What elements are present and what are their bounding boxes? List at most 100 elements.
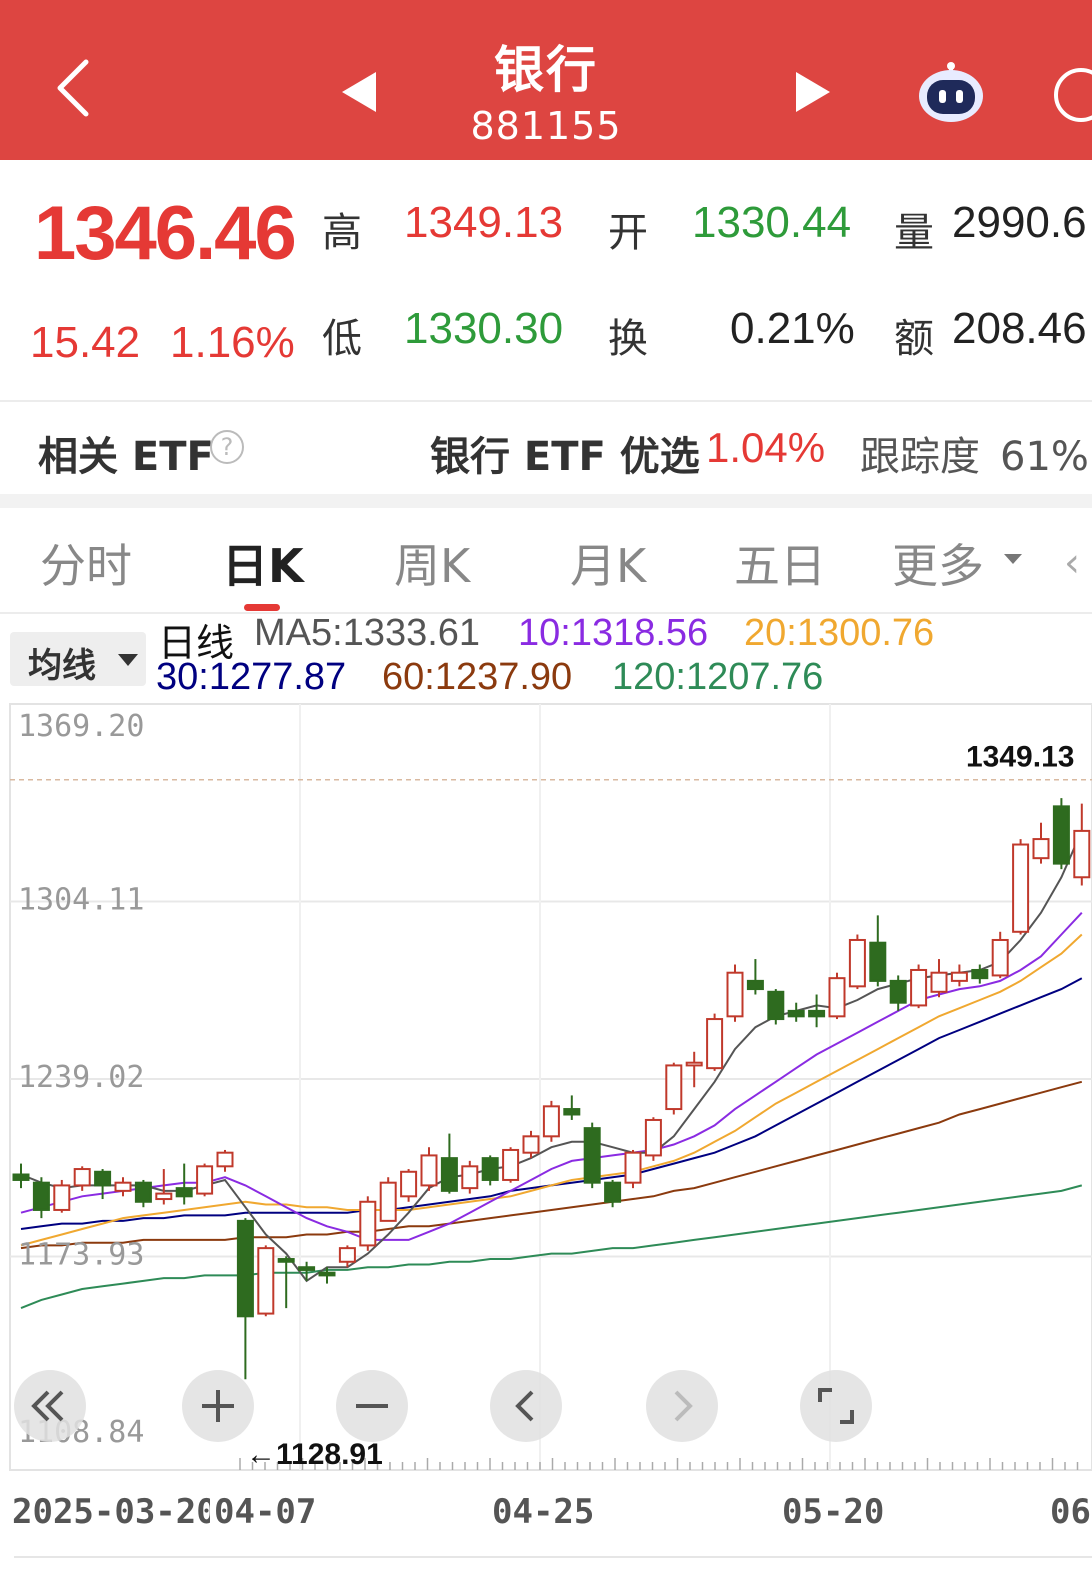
- candle-up: [726, 971, 744, 1018]
- candle-down: [808, 1009, 826, 1018]
- y-tick-label: 1173.93: [18, 1238, 144, 1273]
- candle-up: [828, 977, 846, 1018]
- candle-up: [461, 1165, 479, 1190]
- chart-frame: [9, 703, 1092, 1471]
- chart-labels: 1369.201304.111239.021173.931108.841349.…: [18, 709, 1074, 1471]
- candle-down: [889, 979, 907, 1004]
- candle-down: [971, 968, 989, 980]
- date-label-start: 2025-03-20: [12, 1492, 217, 1532]
- turnover-label: 换: [608, 316, 648, 362]
- robot-assistant-icon[interactable]: [918, 58, 984, 124]
- candle-down: [787, 1009, 805, 1018]
- etf-tracking: 跟踪度 61%: [860, 424, 1089, 482]
- ma-selector-label: 均线: [28, 646, 96, 686]
- candle-up: [1073, 829, 1091, 879]
- etf-name[interactable]: 银行 ETF 优选: [430, 424, 700, 482]
- price-change: 15.42: [30, 318, 141, 367]
- candle-down: [175, 1187, 193, 1198]
- next-stock-icon[interactable]: [796, 72, 830, 112]
- double-chevron-left-icon: [31, 1390, 64, 1422]
- candle-up: [991, 938, 1009, 977]
- related-etf-label: 相关 ETF: [38, 434, 214, 480]
- zoom-out-button[interactable]: [336, 1370, 408, 1442]
- tracking-label: 跟踪度: [860, 434, 980, 480]
- candle-up: [114, 1181, 132, 1192]
- candle-up: [848, 938, 866, 988]
- chevron-left-icon: [515, 1390, 534, 1422]
- chart-grid: [9, 703, 1092, 1471]
- candle-down: [1052, 805, 1070, 865]
- minus-icon: [356, 1404, 388, 1408]
- ma20-value: 20:1300.76: [744, 612, 935, 654]
- last-price: 1346.46: [34, 191, 297, 276]
- candle-up: [950, 971, 968, 982]
- ma30-value: 30:1277.87: [156, 656, 347, 698]
- y-tick-label: 1239.02: [18, 1060, 144, 1095]
- open-value: 1330.44: [692, 198, 852, 247]
- scroll-left-button[interactable]: [490, 1370, 562, 1442]
- candle-up: [644, 1118, 662, 1157]
- candle-down: [94, 1170, 112, 1187]
- zoom-in-button[interactable]: [182, 1370, 254, 1442]
- date-label: 04-07: [210, 1492, 317, 1532]
- candle-up: [196, 1165, 214, 1195]
- candle-down: [236, 1219, 254, 1318]
- price-change-pct: 1.16%: [170, 318, 295, 367]
- turnover-value: 0.21%: [730, 304, 855, 353]
- candle-up: [379, 1181, 397, 1222]
- candle-down: [746, 979, 764, 991]
- y-tick-label: 1369.20: [18, 709, 144, 744]
- candle-down: [298, 1266, 316, 1271]
- caret-down-icon: [1004, 554, 1022, 564]
- fullscreen-button[interactable]: [800, 1370, 872, 1442]
- tab-more[interactable]: 更多: [892, 530, 984, 596]
- ma120-line: [20, 1184, 1083, 1310]
- divider: [14, 1556, 1092, 1558]
- candle-up: [359, 1200, 377, 1247]
- candle-up: [706, 1018, 724, 1070]
- ma5-line: [20, 830, 1083, 1283]
- tab-intraday[interactable]: 分时: [40, 530, 132, 596]
- candle-down: [134, 1181, 152, 1203]
- candle-up: [53, 1184, 71, 1211]
- tab-monthly-k[interactable]: 月K: [570, 530, 646, 596]
- date-label: 04-25: [492, 1492, 595, 1532]
- tab-five-day[interactable]: 五日: [734, 530, 826, 596]
- candle-down: [32, 1181, 50, 1211]
- open-label: 开: [608, 210, 648, 256]
- caret-down-icon: [118, 654, 138, 666]
- candle-up: [338, 1247, 356, 1263]
- amount-label: 额: [894, 316, 934, 362]
- ma120-value: 120:1207.76: [612, 656, 824, 698]
- candle-up: [216, 1151, 234, 1168]
- candle-up: [522, 1135, 540, 1154]
- candle-up: [685, 1061, 703, 1067]
- candle-up: [155, 1192, 173, 1201]
- candle-up: [1012, 843, 1030, 933]
- candle-down: [563, 1108, 581, 1116]
- tab-weekly-k[interactable]: 周K: [394, 530, 470, 596]
- tab-scroll-left-icon[interactable]: ‹: [1064, 540, 1080, 586]
- volume-value: 2990.6: [952, 198, 1087, 247]
- candle-down: [12, 1173, 30, 1181]
- date-label: 05-20: [782, 1492, 885, 1532]
- candle-up: [1032, 838, 1050, 860]
- candle-up: [624, 1151, 642, 1184]
- ma10-value: 10:1318.56: [518, 612, 709, 654]
- rewind-button[interactable]: [14, 1370, 86, 1442]
- help-icon[interactable]: ?: [210, 430, 244, 464]
- chevron-right-icon: [674, 1390, 693, 1422]
- candles: [12, 798, 1091, 1380]
- candle-down: [604, 1181, 622, 1203]
- candle-up: [502, 1148, 520, 1181]
- plus-icon: [202, 1390, 234, 1422]
- ma-selector-button[interactable]: 均线: [10, 632, 146, 686]
- candle-up: [73, 1168, 91, 1187]
- candle-down: [583, 1127, 601, 1184]
- min-price-label: ←1128.91: [246, 1438, 383, 1471]
- candle-up: [930, 971, 948, 993]
- tab-daily-k[interactable]: 日K: [222, 530, 304, 596]
- candle-up: [665, 1064, 683, 1111]
- scroll-right-button[interactable]: [646, 1370, 718, 1442]
- high-value: 1349.13: [404, 198, 564, 247]
